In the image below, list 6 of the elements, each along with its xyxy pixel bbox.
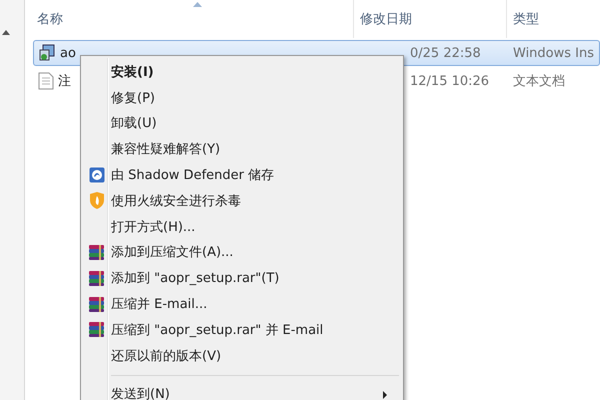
file-type: 文本文档 xyxy=(512,73,566,90)
modified-date: 0/25 22:58 xyxy=(409,46,482,60)
file-name: 注 xyxy=(58,73,71,90)
file-type: Windows Ins xyxy=(512,46,596,60)
file-name: ao xyxy=(60,46,76,60)
modified-date: 12/15 10:26 xyxy=(409,74,490,88)
